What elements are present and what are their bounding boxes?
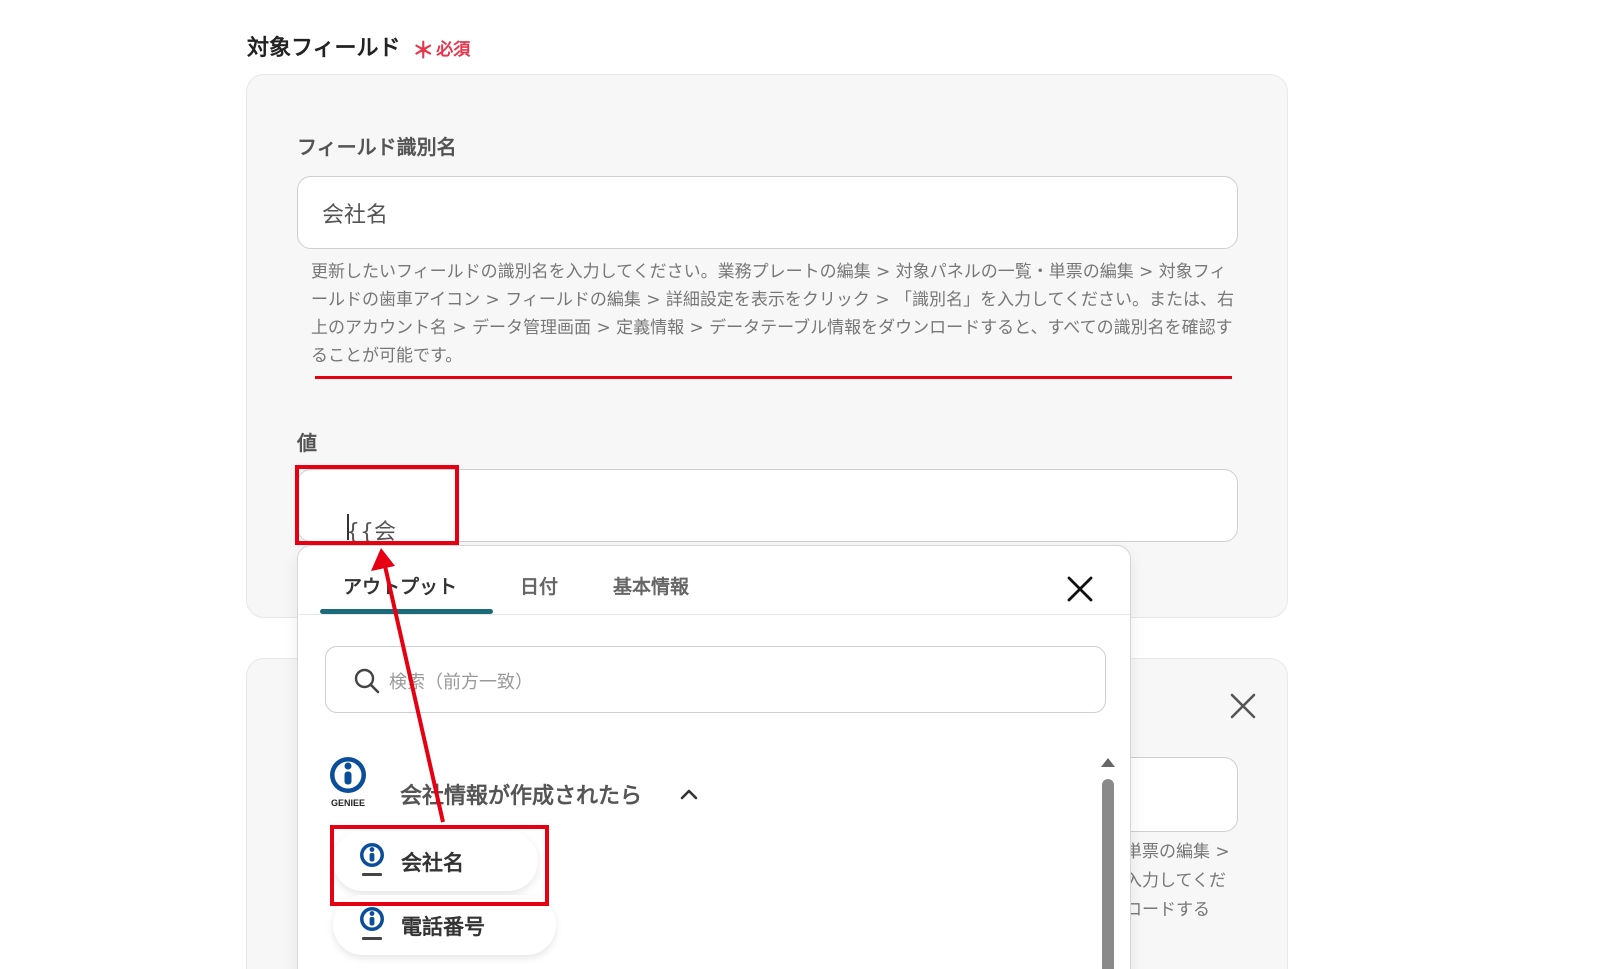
search-icon: [354, 668, 380, 694]
tab-divider: [298, 614, 1130, 615]
list-item-label: 電話番号: [401, 915, 485, 939]
highlight-box-value-input: [295, 465, 459, 545]
required-badge: ＊必須: [412, 39, 471, 64]
chevron-up-icon[interactable]: [678, 783, 700, 805]
section-title-text: 対象フィールド: [247, 36, 401, 61]
field-2-help-text: 単票の編集 > 入力してくだ ロードする: [1125, 842, 1230, 920]
highlight-underline: [315, 376, 1232, 379]
geniee-icon: [360, 907, 384, 940]
field-id-input[interactable]: 会社名: [297, 176, 1238, 249]
close-icon[interactable]: [1226, 689, 1260, 723]
svg-text:GENIEE: GENIEE: [331, 798, 365, 808]
field-id-label: フィールド識別名: [297, 135, 457, 159]
tab-output[interactable]: アウトプット: [343, 572, 457, 599]
geniee-logo-icon: GENIEE: [330, 757, 366, 808]
active-tab-indicator: [320, 609, 493, 614]
scroll-up-arrow-icon[interactable]: [1100, 756, 1116, 768]
field-id-help-text: 更新したいフィールドの識別名を入力してください。業務プレートの編集 > 対象パネ…: [311, 262, 1234, 366]
tab-date[interactable]: 日付: [520, 572, 558, 599]
scrollbar-thumb[interactable]: [1102, 779, 1114, 969]
field-id-value: 会社名: [322, 203, 389, 228]
search-input[interactable]: 検索（前方一致）: [325, 646, 1106, 713]
value-label: 値: [297, 431, 317, 455]
highlight-box-company-item: [330, 825, 549, 906]
tab-basic-info[interactable]: 基本情報: [613, 572, 689, 599]
section-title: 対象フィールド ＊必須: [247, 30, 470, 65]
close-icon[interactable]: [1065, 574, 1095, 604]
search-placeholder: 検索（前方一致）: [389, 672, 533, 693]
trigger-group-title[interactable]: 会社情報が作成されたら: [400, 778, 642, 810]
